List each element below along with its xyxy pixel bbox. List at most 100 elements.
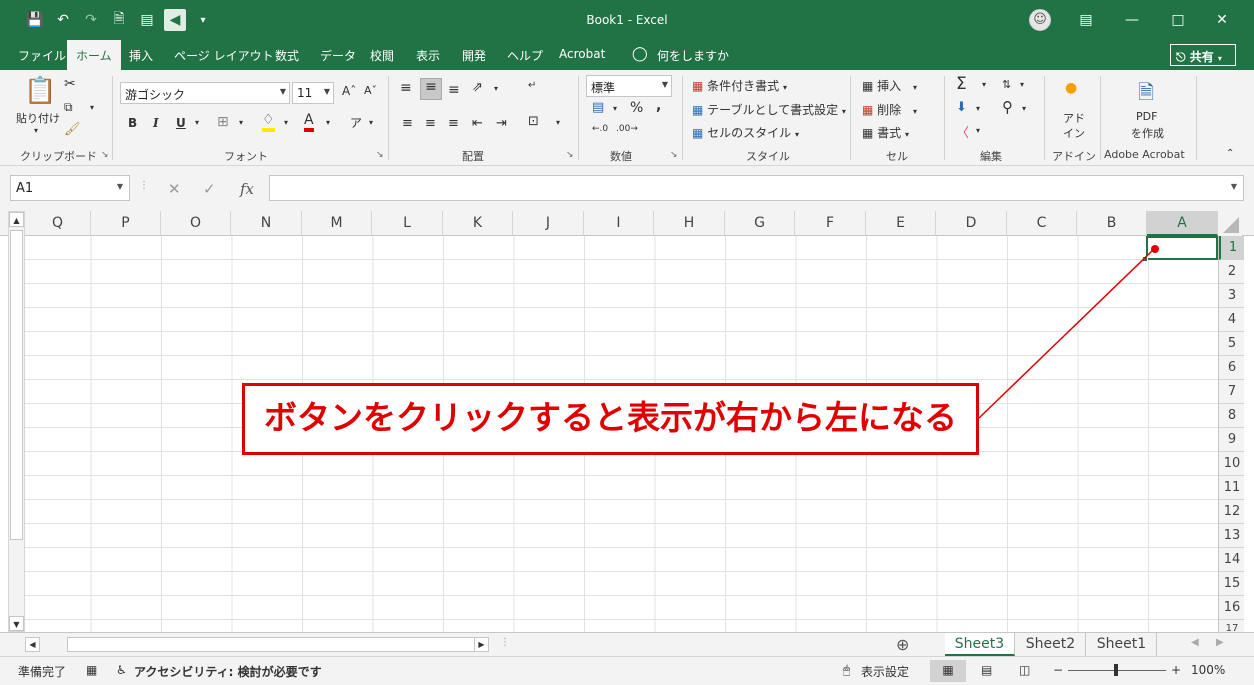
row-header[interactable]: 7 bbox=[1219, 380, 1244, 404]
tell-me-search[interactable]: 何をしますか bbox=[657, 47, 729, 64]
display-settings-button[interactable]: 表示設定 bbox=[861, 663, 909, 680]
create-pdf-label-1[interactable]: PDF bbox=[1136, 110, 1157, 123]
row-header[interactable]: 9 bbox=[1219, 428, 1244, 452]
chevron-down-icon[interactable]: ▾ bbox=[1022, 104, 1026, 113]
decrease-font-size-icon[interactable]: Aˇ bbox=[364, 84, 377, 97]
chevron-down-icon[interactable]: ▾ bbox=[284, 118, 288, 127]
column-header[interactable]: H bbox=[654, 211, 725, 236]
chevron-down-icon[interactable]: ▾ bbox=[982, 80, 986, 89]
row-header[interactable]: 8 bbox=[1219, 404, 1244, 428]
zoom-slider-thumb[interactable] bbox=[1114, 664, 1118, 676]
format-as-table-button[interactable]: ▦ テーブルとして書式設定 ▾ bbox=[692, 101, 846, 118]
align-middle-icon[interactable]: ≡ bbox=[420, 78, 442, 100]
tab-help[interactable]: ヘルプ bbox=[507, 47, 543, 64]
select-all-button[interactable] bbox=[1218, 211, 1242, 236]
chevron-down-icon[interactable]: ▾ bbox=[976, 104, 980, 113]
bold-button[interactable]: B bbox=[128, 116, 137, 130]
row-header[interactable]: 3 bbox=[1219, 284, 1244, 308]
tab-formulas[interactable]: 数式 bbox=[275, 47, 299, 64]
column-header[interactable]: G bbox=[725, 211, 795, 236]
italic-button[interactable]: I bbox=[153, 116, 159, 130]
chevron-down-icon[interactable]: ▾ bbox=[1020, 80, 1024, 89]
number-launcher-icon[interactable]: ↘ bbox=[670, 150, 678, 160]
column-header[interactable]: D bbox=[936, 211, 1007, 236]
row-header[interactable]: 6 bbox=[1219, 356, 1244, 380]
orientation-icon[interactable]: ⇗ bbox=[472, 80, 483, 95]
autosum-icon[interactable]: Σ bbox=[956, 74, 967, 94]
tab-file[interactable]: ファイル bbox=[18, 47, 66, 64]
zoom-level[interactable]: 100% bbox=[1191, 663, 1225, 677]
borders-icon[interactable]: ⊞ bbox=[217, 114, 229, 130]
comma-style-button[interactable]: , bbox=[656, 98, 661, 114]
increase-font-size-icon[interactable]: Aˆ bbox=[342, 84, 356, 98]
add-ins-icon[interactable]: ● bbox=[1065, 80, 1077, 96]
column-header[interactable]: Q bbox=[25, 211, 91, 236]
insert-function-button[interactable]: fx bbox=[240, 180, 254, 198]
chevron-down-icon[interactable]: ▾ bbox=[195, 118, 199, 127]
row-header[interactable]: 4 bbox=[1219, 308, 1244, 332]
fill-color-icon[interactable]: ♢ bbox=[262, 112, 275, 132]
copy-icon[interactable]: ⧉ bbox=[64, 100, 73, 115]
formula-input[interactable]: ▼ bbox=[269, 175, 1244, 201]
alignment-launcher-icon[interactable]: ↘ bbox=[566, 150, 574, 160]
row-header[interactable]: 17 bbox=[1219, 620, 1244, 632]
tab-acrobat[interactable]: Acrobat bbox=[559, 47, 605, 61]
scroll-down-icon[interactable]: ▼ bbox=[9, 616, 24, 631]
merge-center-icon[interactable]: ⊡ bbox=[528, 114, 539, 129]
find-select-icon[interactable]: ⚲ bbox=[1002, 98, 1013, 116]
align-center-icon[interactable]: ≡ bbox=[425, 116, 436, 131]
align-left-icon[interactable]: ≡ bbox=[402, 116, 413, 131]
splitter-icon[interactable]: ⋮ bbox=[500, 637, 510, 648]
tab-home[interactable]: ホーム bbox=[67, 40, 121, 70]
new-sheet-icon[interactable]: ⊕ bbox=[896, 635, 909, 654]
sheet-tab[interactable]: Sheet1 bbox=[1087, 633, 1157, 656]
column-header[interactable]: F bbox=[795, 211, 866, 236]
phonetic-guide-button[interactable]: ア bbox=[350, 114, 362, 131]
row-header-selected[interactable]: 1 bbox=[1219, 236, 1244, 260]
row-header[interactable]: 5 bbox=[1219, 332, 1244, 356]
increase-indent-icon[interactable]: ⇥ bbox=[496, 116, 507, 131]
column-header[interactable]: O bbox=[161, 211, 231, 236]
scroll-left-icon[interactable]: ◀ bbox=[25, 637, 40, 652]
fill-handle[interactable] bbox=[1142, 256, 1148, 262]
accounting-format-icon[interactable]: ▤ bbox=[592, 100, 604, 115]
decrease-indent-icon[interactable]: ⇤ bbox=[472, 116, 483, 131]
horizontal-scrollbar[interactable]: ◀ ▶ bbox=[25, 637, 496, 652]
tab-review[interactable]: 校閲 bbox=[370, 47, 394, 64]
tab-insert[interactable]: 挿入 bbox=[129, 47, 153, 64]
tab-view[interactable]: 表示 bbox=[416, 47, 440, 64]
paste-icon[interactable]: 📋 bbox=[24, 76, 56, 106]
delete-cells-button[interactable]: ▦ 削除 ▾ bbox=[862, 101, 917, 118]
normal-view-icon[interactable]: ▦ bbox=[930, 660, 966, 682]
name-box[interactable]: A1 ▼ bbox=[10, 175, 130, 201]
underline-button[interactable]: U bbox=[176, 116, 186, 130]
row-header[interactable]: 14 bbox=[1219, 548, 1244, 572]
next-sheet-icon[interactable]: ▶ bbox=[1216, 637, 1224, 648]
copy-dropdown-icon[interactable]: ▾ bbox=[90, 103, 94, 112]
tab-data[interactable]: データ bbox=[320, 47, 356, 64]
expand-formula-icon[interactable]: ▼ bbox=[1231, 182, 1237, 191]
cell-styles-button[interactable]: ▦ セルのスタイル ▾ bbox=[692, 124, 799, 141]
sheet-tab[interactable]: Sheet2 bbox=[1016, 633, 1086, 656]
column-header[interactable]: C bbox=[1007, 211, 1077, 236]
font-launcher-icon[interactable]: ↘ bbox=[376, 150, 384, 160]
row-header[interactable]: 13 bbox=[1219, 524, 1244, 548]
column-header[interactable]: N bbox=[231, 211, 302, 236]
row-header[interactable]: 2 bbox=[1219, 260, 1244, 284]
chevron-down-icon[interactable]: ▾ bbox=[239, 118, 243, 127]
chevron-down-icon[interactable]: ▾ bbox=[556, 118, 560, 127]
clipboard-launcher-icon[interactable]: ↘ bbox=[101, 150, 109, 160]
page-layout-view-icon[interactable]: ▤ bbox=[981, 663, 992, 677]
display-settings-icon[interactable]: 🖱 bbox=[843, 663, 850, 678]
scroll-right-icon[interactable]: ▶ bbox=[474, 637, 489, 652]
account-avatar-icon[interactable]: ☺ bbox=[1029, 9, 1051, 31]
zoom-out-icon[interactable]: − bbox=[1053, 663, 1063, 677]
column-header[interactable]: P bbox=[91, 211, 161, 236]
column-header[interactable]: J bbox=[513, 211, 584, 236]
restore-icon[interactable]: □ bbox=[1164, 8, 1192, 32]
column-header-selected[interactable]: A bbox=[1147, 211, 1218, 236]
tab-page-layout[interactable]: ページ レイアウト bbox=[174, 47, 274, 64]
decrease-decimal-icon[interactable]: .00→ bbox=[616, 124, 638, 134]
row-header[interactable]: 16 bbox=[1219, 596, 1244, 620]
row-header[interactable]: 15 bbox=[1219, 572, 1244, 596]
